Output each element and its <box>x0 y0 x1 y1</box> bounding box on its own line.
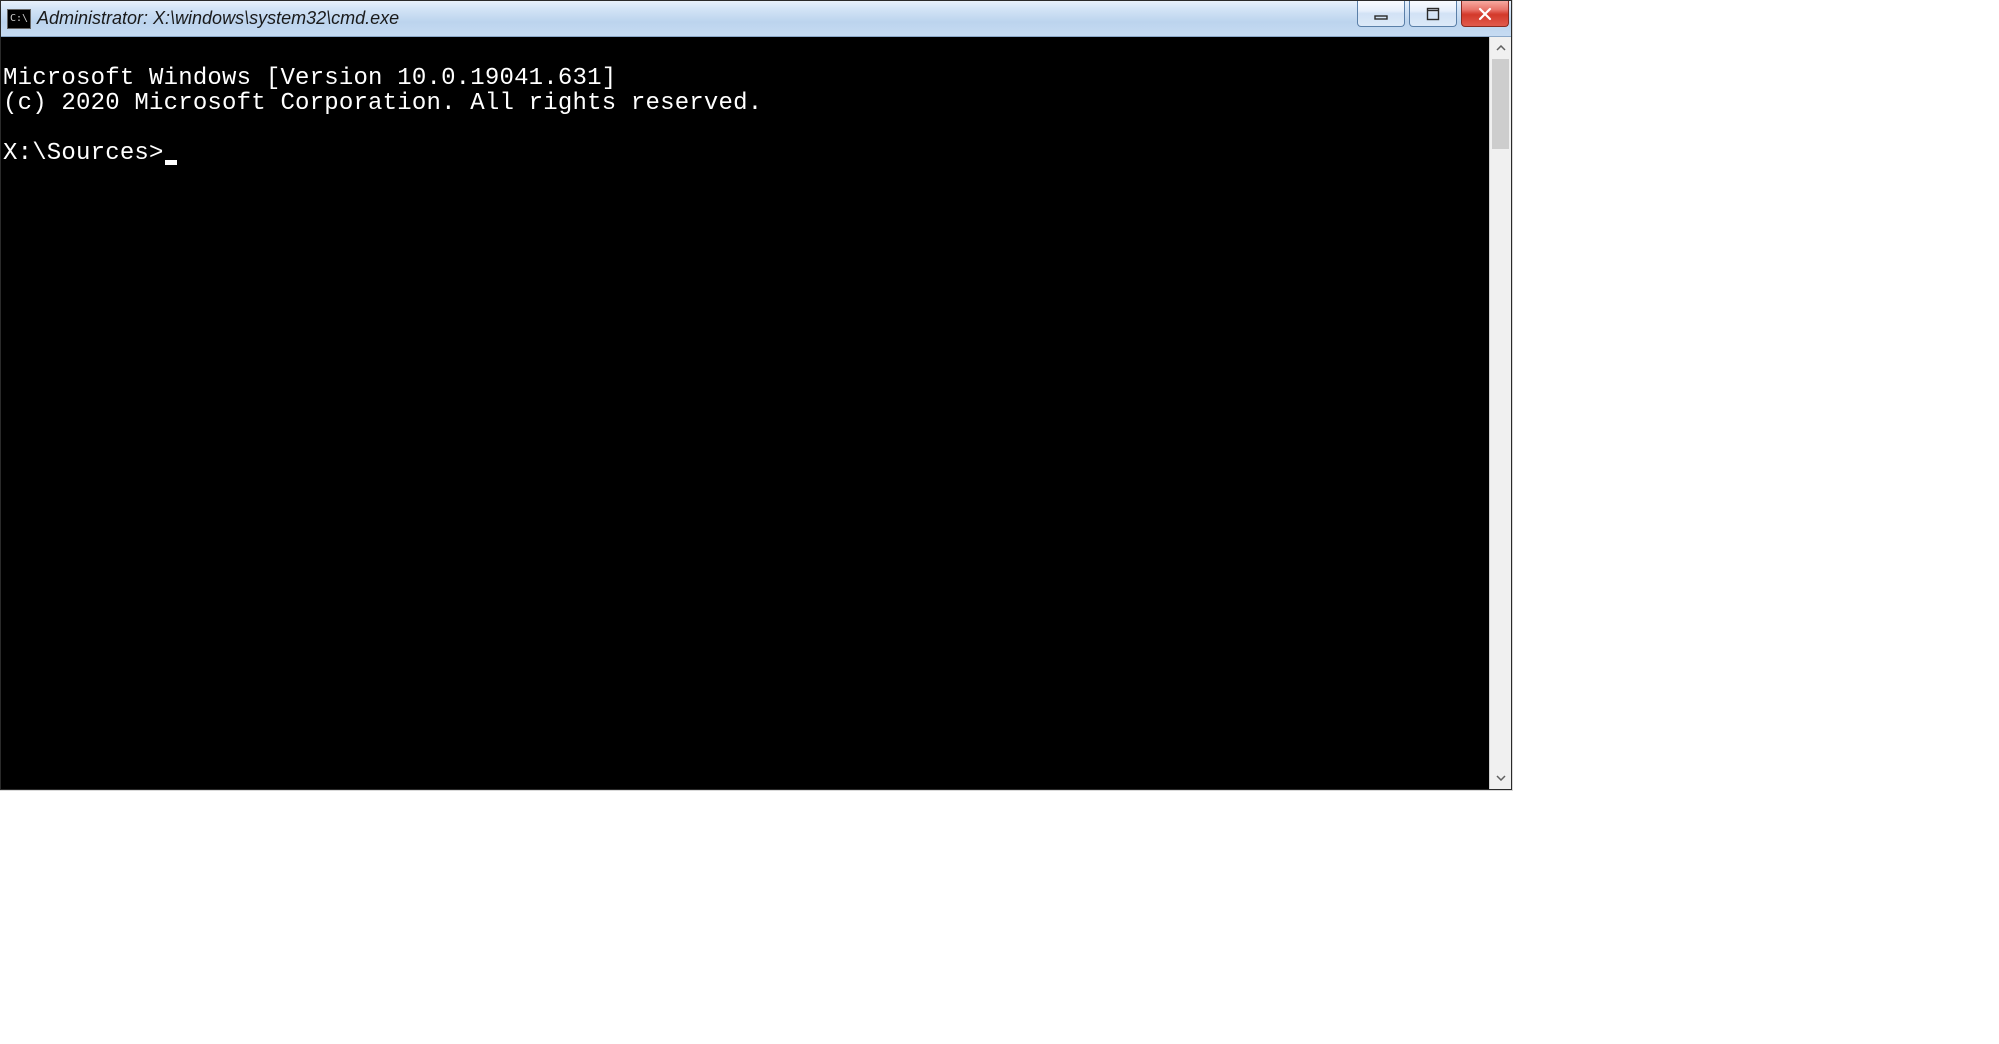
window-title: Administrator: X:\windows\system32\cmd.e… <box>37 8 1357 29</box>
terminal-line: (c) 2020 Microsoft Corporation. All righ… <box>3 90 762 117</box>
cmd-icon: C:\ <box>7 9 31 29</box>
client-area: Microsoft Windows [Version 10.0.19041.63… <box>1 37 1511 789</box>
close-button[interactable] <box>1461 1 1509 27</box>
minimize-button[interactable] <box>1357 1 1405 27</box>
chevron-down-icon <box>1496 775 1506 781</box>
terminal-output[interactable]: Microsoft Windows [Version 10.0.19041.63… <box>1 37 1489 789</box>
scroll-down-button[interactable] <box>1490 767 1511 789</box>
cmd-icon-label: C:\ <box>10 14 28 24</box>
maximize-icon <box>1426 7 1440 21</box>
title-bar[interactable]: C:\ Administrator: X:\windows\system32\c… <box>1 1 1511 37</box>
scroll-track[interactable] <box>1490 59 1511 767</box>
terminal-line: Microsoft Windows [Version 10.0.19041.63… <box>3 65 616 92</box>
terminal-prompt: X:\Sources> <box>3 141 164 166</box>
chevron-up-icon <box>1496 45 1506 51</box>
maximize-button[interactable] <box>1409 1 1457 27</box>
cursor <box>165 160 177 165</box>
window-controls <box>1357 1 1509 36</box>
cmd-window: C:\ Administrator: X:\windows\system32\c… <box>0 0 1512 790</box>
vertical-scrollbar[interactable] <box>1489 37 1511 789</box>
scroll-thumb[interactable] <box>1492 59 1509 149</box>
close-icon <box>1477 7 1493 21</box>
minimize-icon <box>1374 7 1388 21</box>
scroll-up-button[interactable] <box>1490 37 1511 59</box>
